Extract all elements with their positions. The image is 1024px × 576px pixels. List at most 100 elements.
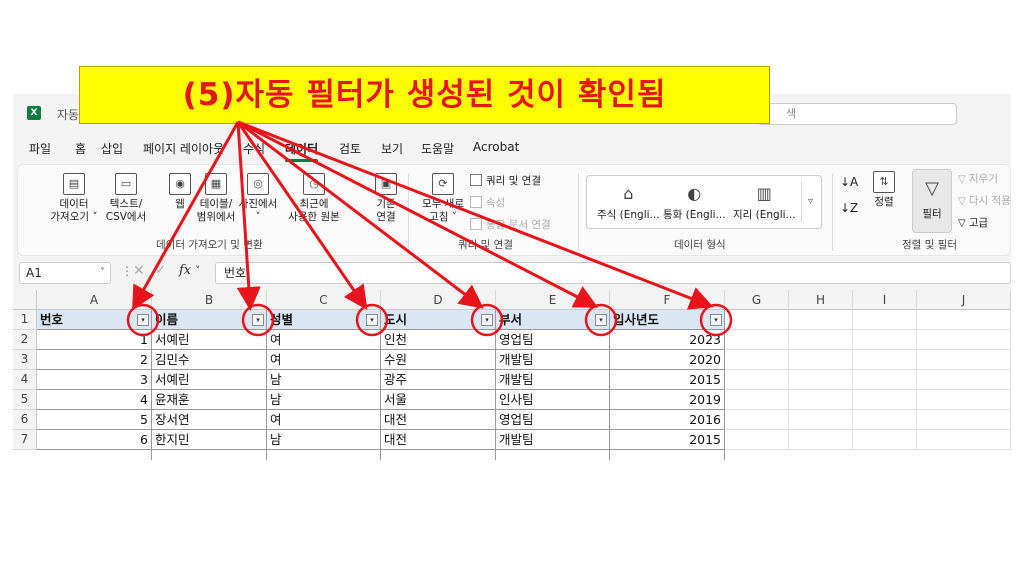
data-cell[interactable]: 대전 (381, 410, 496, 430)
tab-9[interactable]: Acrobat (473, 140, 519, 154)
autofilter-dropdown-icon[interactable]: ▾ (366, 314, 378, 326)
column-header-i[interactable]: I (853, 290, 917, 310)
data-cell[interactable]: 윤재훈 (152, 390, 267, 410)
get-data-button-5[interactable]: ◷ 최근에 사용한 원본 (286, 173, 342, 224)
empty-cell[interactable] (853, 350, 917, 370)
get-data-button-6[interactable]: ▣ 기존 연결 (358, 173, 414, 224)
data-cell[interactable]: 광주 (381, 370, 496, 390)
column-header-j[interactable]: J (917, 290, 1011, 310)
tab-5[interactable]: 데이터 (285, 140, 319, 162)
row-header-4[interactable]: 4 (13, 370, 37, 390)
empty-cell[interactable] (789, 330, 853, 350)
data-cell[interactable]: 여 (267, 330, 381, 350)
empty-cell[interactable] (725, 310, 789, 330)
data-cell[interactable]: 한지민 (152, 430, 267, 450)
data-cell[interactable]: 5 (37, 410, 152, 430)
column-header-d[interactable]: D (381, 290, 496, 310)
get-data-button-1[interactable]: ▭ 텍스트/CSV에서 (98, 173, 154, 224)
data-cell-partial[interactable] (381, 450, 496, 460)
empty-cell[interactable] (853, 370, 917, 390)
get-data-button-0[interactable]: ▤ 데이터 가져오기 ˅ (46, 173, 102, 224)
tab-3[interactable]: 페이지 레이아웃 (143, 140, 224, 157)
empty-cell[interactable] (725, 350, 789, 370)
data-cell-partial[interactable] (152, 450, 267, 460)
tab-6[interactable]: 검토 (339, 140, 361, 157)
filter-button[interactable]: ▽ 필터 (912, 169, 952, 233)
sort-button[interactable]: ⇅ 정렬 (864, 171, 904, 209)
data-cell[interactable]: 2015 (610, 430, 725, 450)
data-cell[interactable]: 영업팀 (496, 410, 610, 430)
data-cell[interactable]: 서예린 (152, 330, 267, 350)
empty-cell[interactable] (725, 410, 789, 430)
row-header-6[interactable]: 6 (13, 410, 37, 430)
refresh-all-button[interactable]: ⟳ 모두 새로 고침 ˅ (418, 173, 468, 224)
row-header-1[interactable]: 1 (13, 310, 37, 330)
column-header-g[interactable]: G (725, 290, 789, 310)
autofilter-dropdown-icon[interactable]: ▾ (137, 314, 149, 326)
data-cell[interactable]: 2 (37, 350, 152, 370)
search-box[interactable]: 색 (757, 103, 957, 125)
cancel-icon[interactable]: ✕ (133, 263, 145, 279)
insert-function-button[interactable]: fx ˅ (179, 263, 200, 278)
data-cell[interactable]: 2020 (610, 350, 725, 370)
data-cell[interactable]: 영업팀 (496, 330, 610, 350)
select-all-corner[interactable] (13, 290, 37, 310)
tab-1[interactable]: 홈 (75, 140, 86, 157)
filter-side-2[interactable]: ▽ 고급 (958, 215, 988, 230)
data-cell[interactable]: 개발팀 (496, 430, 610, 450)
empty-cell[interactable] (789, 350, 853, 370)
data-cell[interactable]: 남 (267, 430, 381, 450)
empty-cell[interactable] (917, 310, 1011, 330)
empty-cell[interactable] (853, 390, 917, 410)
data-cell[interactable]: 남 (267, 370, 381, 390)
row-header-5[interactable]: 5 (13, 390, 37, 410)
column-header-c[interactable]: C (267, 290, 381, 310)
data-cell[interactable]: 여 (267, 410, 381, 430)
data-cell[interactable]: 2015 (610, 370, 725, 390)
sort-ascending-button[interactable]: ↓A (840, 175, 858, 189)
header-cell[interactable]: 성별 (267, 310, 381, 330)
empty-cell[interactable] (917, 330, 1011, 350)
query-item-0[interactable]: 쿼리 및 연결 (470, 173, 541, 188)
data-cell[interactable]: 개발팀 (496, 370, 610, 390)
row-header-3[interactable]: 3 (13, 350, 37, 370)
empty-cell[interactable] (917, 370, 1011, 390)
empty-cell[interactable] (789, 310, 853, 330)
autofilter-dropdown-icon[interactable]: ▾ (595, 314, 607, 326)
header-cell[interactable]: 부서 (496, 310, 610, 330)
formula-input[interactable]: 번호 (215, 262, 1011, 284)
data-cell-partial[interactable] (37, 450, 152, 460)
column-header-b[interactable]: B (152, 290, 267, 310)
row-header-2[interactable]: 2 (13, 330, 37, 350)
data-cell[interactable]: 1 (37, 330, 152, 350)
data-type-0[interactable]: ⌂ 주식 (Engli... (597, 184, 660, 222)
empty-cell[interactable] (725, 330, 789, 350)
data-cell[interactable]: 수원 (381, 350, 496, 370)
column-header-e[interactable]: E (496, 290, 610, 310)
empty-cell[interactable] (853, 410, 917, 430)
data-cell[interactable]: 여 (267, 350, 381, 370)
empty-cell[interactable] (725, 430, 789, 450)
data-cell[interactable]: 개발팀 (496, 350, 610, 370)
get-data-button-4[interactable]: ◎ 사진에서 ˅ (230, 173, 286, 224)
confirm-icon[interactable]: ✓ (155, 263, 166, 278)
data-cell[interactable]: 남 (267, 390, 381, 410)
data-cell[interactable]: 서울 (381, 390, 496, 410)
data-types-more-button[interactable]: ▿ (801, 182, 819, 222)
sort-descending-button[interactable]: ↓Z (840, 201, 858, 215)
empty-cell[interactable] (853, 310, 917, 330)
header-cell[interactable]: 번호 (37, 310, 152, 330)
data-cell[interactable]: 인사팀 (496, 390, 610, 410)
autofilter-dropdown-icon[interactable]: ▾ (710, 314, 722, 326)
empty-cell[interactable] (917, 430, 1011, 450)
empty-cell[interactable] (853, 430, 917, 450)
tab-4[interactable]: 수식 (243, 140, 265, 157)
data-cell[interactable]: 6 (37, 430, 152, 450)
column-header-h[interactable]: H (789, 290, 853, 310)
header-cell[interactable]: 도시 (381, 310, 496, 330)
data-cell-partial[interactable] (610, 450, 725, 460)
header-cell[interactable]: 입사년도 (610, 310, 725, 330)
data-type-1[interactable]: ◐ 통화 (Engli... (663, 184, 726, 222)
empty-cell[interactable] (853, 330, 917, 350)
data-cell[interactable]: 인천 (381, 330, 496, 350)
